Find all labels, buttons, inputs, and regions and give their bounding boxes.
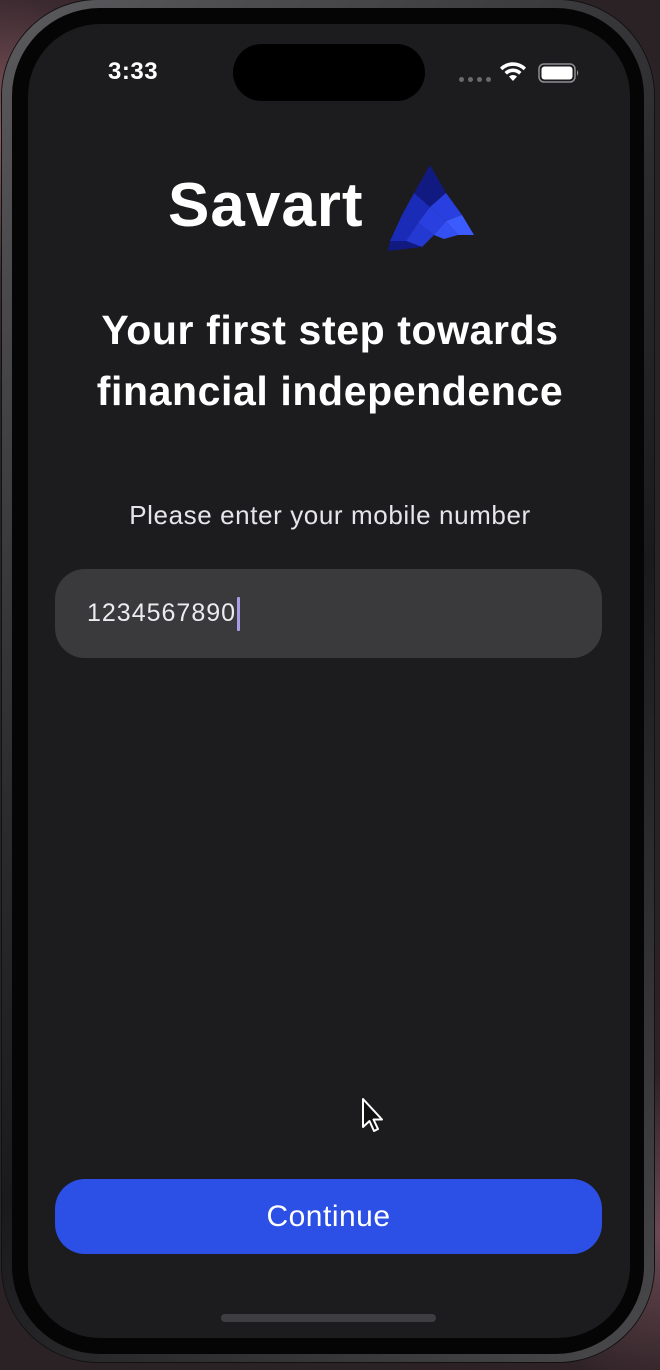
home-indicator[interactable] [221,1314,436,1322]
mobile-number-value[interactable]: 1234567890 [87,599,236,628]
text-caret [237,596,241,631]
wifi-icon [500,62,526,81]
continue-button[interactable]: Continue [55,1179,602,1254]
brand-name: Savart [168,171,364,240]
dynamic-island [233,44,425,101]
page-headline: Your first step towards financial indepe… [40,300,620,422]
headline-line-1: Your first step towards [101,307,559,353]
headline-line-2: financial independence [96,368,564,414]
mobile-number-prompt: Please enter your mobile number [129,500,531,530]
savart-logo-icon [388,165,474,251]
mobile-number-input[interactable]: 1234567890 [55,569,602,658]
cellular-signal-icon [459,77,491,82]
brand-header: Savart [168,170,364,241]
battery-icon [538,63,579,83]
mouse-cursor-icon [362,1098,383,1132]
status-bar-time: 3:33 [108,58,159,85]
